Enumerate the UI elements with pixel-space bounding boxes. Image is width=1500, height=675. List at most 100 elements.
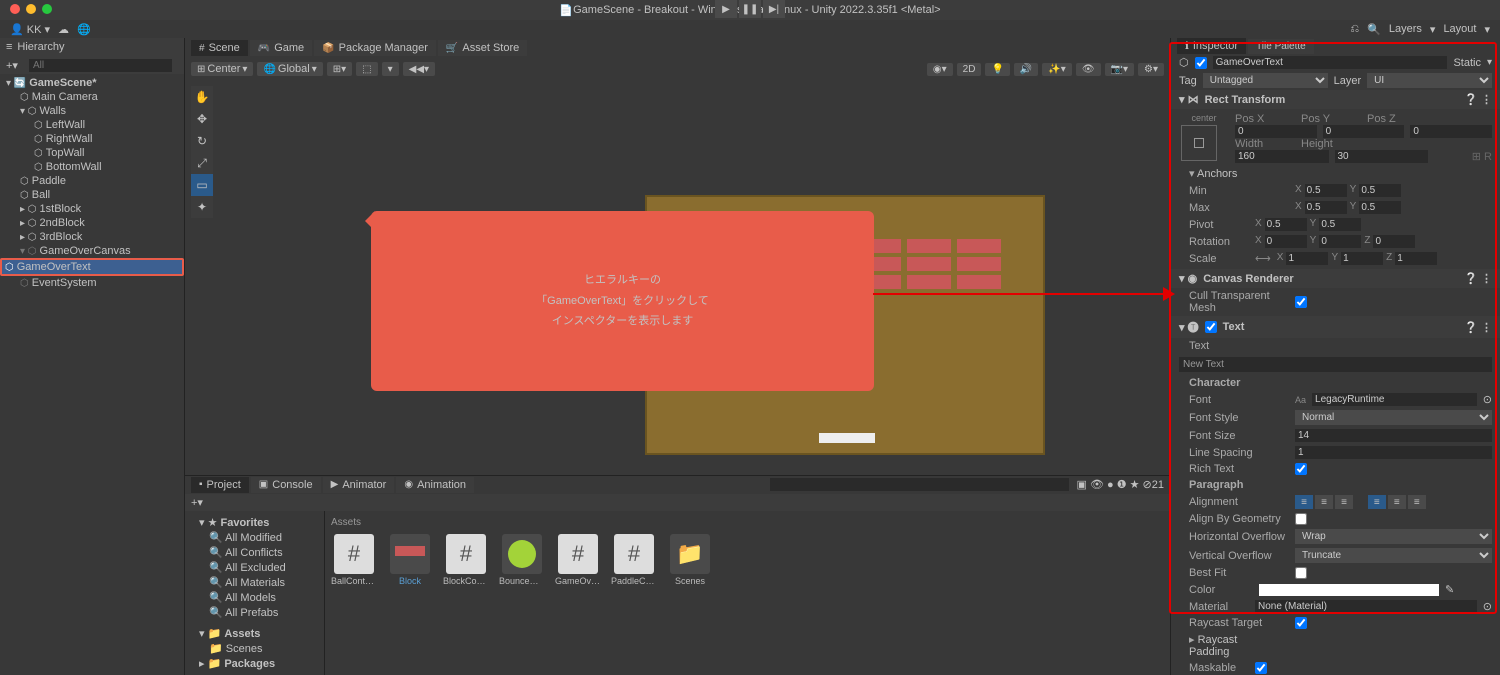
material-input[interactable]: [1255, 600, 1477, 613]
tab-animation[interactable]: ◉ Animation: [396, 477, 474, 493]
font-input[interactable]: [1312, 393, 1477, 406]
hierarchy-item[interactable]: ⬡ Paddle: [0, 174, 184, 188]
layers-dropdown[interactable]: Layers: [1389, 23, 1422, 35]
fav-item[interactable]: 🔍 All Materials: [189, 575, 320, 590]
account-icon[interactable]: 👤 KK ▾: [10, 23, 50, 36]
hierarchy-item[interactable]: ▸ ⬡ 3rdBlock: [0, 230, 184, 244]
maskable-checkbox[interactable]: [1255, 662, 1267, 674]
project-search[interactable]: [770, 478, 1068, 491]
asset-item[interactable]: #GameOver...: [555, 534, 601, 586]
hand-tool[interactable]: ✋: [191, 86, 213, 108]
layout-dropdown[interactable]: Layout: [1443, 23, 1476, 35]
favorites-root[interactable]: ▾ ★ Favorites: [189, 515, 320, 530]
hierarchy-item[interactable]: ▾ ⬡ GameOverCanvas: [0, 244, 184, 258]
hierarchy-item[interactable]: ⬡ TopWall: [0, 146, 184, 160]
scale-x[interactable]: [1286, 252, 1328, 265]
tab-project[interactable]: ▪ Project: [191, 477, 249, 493]
hierarchy-item[interactable]: ▸ ⬡ 2ndBlock: [0, 216, 184, 230]
fav-item[interactable]: 🔍 All Excluded: [189, 560, 320, 575]
name-input[interactable]: [1213, 56, 1448, 69]
space-toggle[interactable]: 🌐Global▾: [257, 62, 322, 76]
raycast-checkbox[interactable]: [1295, 617, 1307, 629]
anchor-maxy[interactable]: [1359, 201, 1401, 214]
hierarchy-item[interactable]: ⬡ RightWall: [0, 132, 184, 146]
add-asset[interactable]: +▾: [191, 496, 203, 509]
tab-inspector[interactable]: ℹ Inspector: [1177, 38, 1246, 54]
halign-buttons[interactable]: ≡≡≡: [1295, 495, 1353, 509]
camera-toggle[interactable]: 📷▾: [1105, 63, 1134, 76]
pivot-x[interactable]: [1265, 218, 1307, 231]
packages-root[interactable]: ▸ 📁 Packages: [189, 656, 320, 671]
rotate-tool[interactable]: ↻: [191, 130, 213, 152]
hierarchy-item[interactable]: ▸ ⬡ 1stBlock: [0, 202, 184, 216]
fav-item[interactable]: 🔍 All Conflicts: [189, 545, 320, 560]
width-input[interactable]: [1235, 150, 1329, 163]
gizmos-toggle[interactable]: ⚙▾: [1138, 63, 1164, 76]
undo-icon[interactable]: ⎌: [1350, 23, 1359, 36]
bestfit-checkbox[interactable]: [1295, 567, 1307, 579]
anchor-minx[interactable]: [1305, 184, 1347, 197]
color-swatch[interactable]: [1259, 584, 1439, 596]
tab-tilepalette[interactable]: Tile Palette: [1248, 39, 1314, 54]
hierarchy-item[interactable]: ⬡ Ball: [0, 188, 184, 202]
voverflow-select[interactable]: Truncate: [1295, 548, 1492, 563]
hierarchy-item[interactable]: ▾ ⬡ Walls: [0, 104, 184, 118]
assets-root[interactable]: ▾ 📁 Assets: [189, 626, 320, 641]
hierarchy-item-selected[interactable]: ⬡ GameOverText: [0, 258, 184, 276]
posy-input[interactable]: [1323, 125, 1405, 138]
tag-select[interactable]: Untagged: [1203, 73, 1328, 88]
asset-item[interactable]: #PaddleCon...: [611, 534, 657, 586]
fav-item[interactable]: 🔍 All Prefabs: [189, 605, 320, 620]
rot-x[interactable]: [1265, 235, 1307, 248]
anchor-preset[interactable]: [1181, 125, 1217, 161]
scene-root[interactable]: ▾ 🔄 GameScene*: [0, 76, 184, 90]
move-tool[interactable]: ✥: [191, 108, 213, 130]
alignbygeo-checkbox[interactable]: [1295, 513, 1307, 525]
rect-tool[interactable]: ▭: [191, 174, 213, 196]
pivot-toggle[interactable]: ⊞Center▾: [191, 62, 253, 76]
anchor-maxx[interactable]: [1305, 201, 1347, 214]
hierarchy-item[interactable]: ⬡ BottomWall: [0, 160, 184, 174]
hierarchy-item[interactable]: ⬡ Main Camera: [0, 90, 184, 104]
2d-toggle[interactable]: 2D: [957, 63, 982, 76]
hierarchy-item[interactable]: ⬡ LeftWall: [0, 118, 184, 132]
hierarchy-search[interactable]: [29, 59, 172, 72]
folder-item[interactable]: 📁 Scenes: [189, 641, 320, 656]
play-button[interactable]: ▶: [715, 0, 737, 18]
add-button[interactable]: +▾: [6, 59, 18, 72]
asset-item[interactable]: 📁Scenes: [667, 534, 713, 586]
drawmode[interactable]: ◉▾: [927, 63, 953, 76]
cloud-icon[interactable]: ☁: [58, 23, 69, 36]
snap-toggle[interactable]: ⬚: [356, 62, 377, 76]
hoverflow-select[interactable]: Wrap: [1295, 529, 1492, 544]
active-checkbox[interactable]: [1195, 57, 1207, 69]
rot-y[interactable]: [1319, 235, 1361, 248]
fav-item[interactable]: 🔍 All Models: [189, 590, 320, 605]
valign-buttons[interactable]: ≡≡≡: [1368, 495, 1426, 509]
posz-input[interactable]: [1410, 125, 1492, 138]
richtext-checkbox[interactable]: [1295, 463, 1307, 475]
search-icon[interactable]: 🔍: [1367, 23, 1381, 36]
asset-item[interactable]: #BallControl...: [331, 534, 377, 586]
nav-back[interactable]: ◀◀▾: [403, 62, 435, 76]
scale-y[interactable]: [1341, 252, 1383, 265]
pivot-y[interactable]: [1319, 218, 1361, 231]
hierarchy-item[interactable]: ⬡ EventSystem: [0, 276, 184, 290]
canvas-renderer-header[interactable]: ▾ ◉ Canvas Renderer❔ ⋮: [1171, 269, 1500, 288]
asset-item[interactable]: #BlockCont...: [443, 534, 489, 586]
scale-tool[interactable]: ⤢: [191, 152, 213, 174]
rot-z[interactable]: [1373, 235, 1415, 248]
tab-animator[interactable]: ▶ Animator: [323, 477, 395, 493]
text-enabled[interactable]: [1205, 321, 1217, 333]
fx-toggle[interactable]: ✨▾: [1042, 63, 1071, 76]
tab-game[interactable]: 🎮 Game: [250, 40, 312, 56]
light-toggle[interactable]: 💡: [985, 63, 1009, 76]
fontstyle-select[interactable]: Normal: [1295, 410, 1492, 425]
snap-inc[interactable]: ▾: [382, 62, 399, 76]
tab-package[interactable]: 📦 Package Manager: [314, 40, 436, 56]
cull-checkbox[interactable]: [1295, 296, 1307, 308]
rect-transform-header[interactable]: ▾ ⋈ Rect Transform❔ ⋮: [1171, 90, 1500, 109]
layer-select[interactable]: UI: [1367, 73, 1492, 88]
fontsize-input[interactable]: [1295, 429, 1492, 442]
anchor-miny[interactable]: [1359, 184, 1401, 197]
